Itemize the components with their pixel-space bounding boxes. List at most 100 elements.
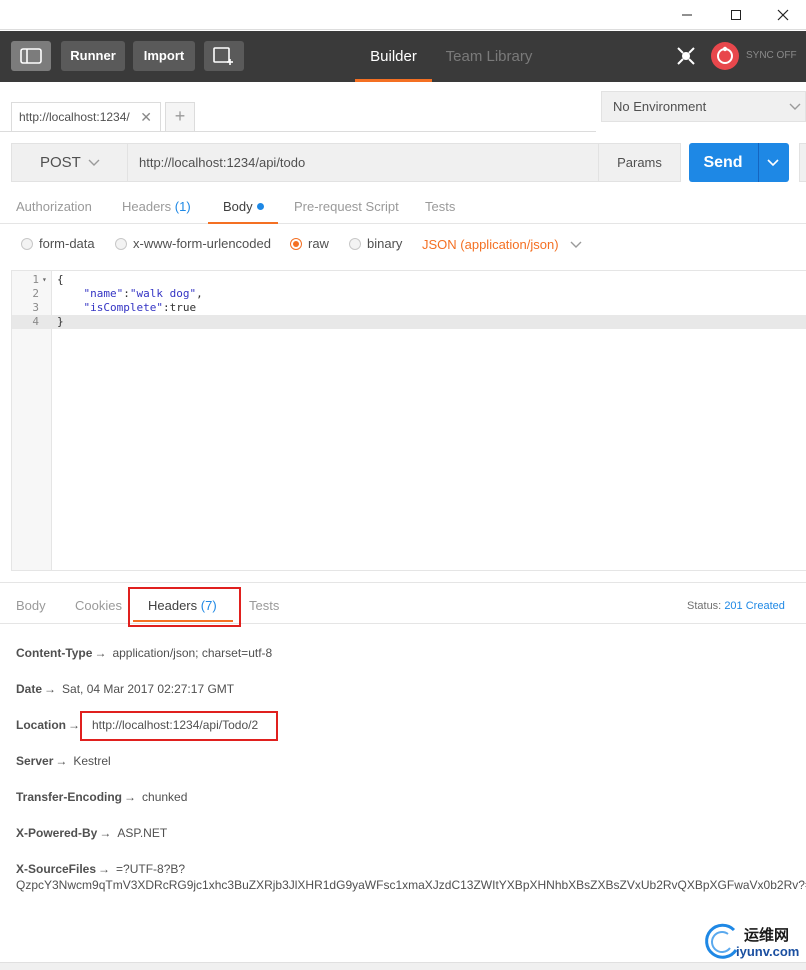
tab-headers[interactable]: Headers (1) xyxy=(122,190,191,224)
response-divider xyxy=(0,582,806,583)
radio-form-data[interactable]: form-data xyxy=(21,230,95,258)
header-key: Transfer-Encoding xyxy=(16,790,123,804)
header-value: Kestrel xyxy=(73,754,111,768)
request-subtabs: Authorization Headers (1) Body Pre-reque… xyxy=(0,190,806,224)
tab-tests[interactable]: Tests xyxy=(425,190,455,224)
json-key: "isComplete" xyxy=(83,301,163,314)
response-tabs: Body Cookies Headers (7) Tests Status: 2… xyxy=(0,588,806,624)
maximize-button[interactable] xyxy=(713,0,759,30)
maximize-icon xyxy=(731,10,741,20)
header-value: chunked xyxy=(142,790,188,804)
arrow-icon: → xyxy=(55,754,68,768)
code-text: } xyxy=(57,315,64,328)
line-number: 1 xyxy=(32,273,39,286)
satellite-icon xyxy=(677,47,695,65)
content-type-select[interactable]: JSON (application/json) xyxy=(422,230,582,258)
response-tab-body[interactable]: Body xyxy=(16,588,46,624)
content-type-value: JSON (application/json) xyxy=(422,237,559,252)
save-button-edge[interactable] xyxy=(799,143,806,182)
interceptor-button[interactable] xyxy=(674,44,698,68)
request-tab-label: http://localhost:1234/ xyxy=(19,110,130,124)
arrow-icon: → xyxy=(68,718,80,732)
status-value: 201 Created xyxy=(724,600,785,612)
arrow-icon: → xyxy=(99,826,112,840)
tab-headers-label: Headers xyxy=(122,199,172,214)
status-label: Status: xyxy=(687,600,722,612)
new-window-icon xyxy=(213,47,233,65)
active-tab-indicator xyxy=(208,222,278,224)
add-tab-button[interactable]: + xyxy=(165,102,195,132)
radio-raw-label: raw xyxy=(308,236,329,251)
header-key: X-SourceFiles xyxy=(16,862,97,876)
tab-headers-count: (1) xyxy=(174,199,191,214)
new-tab-button[interactable] xyxy=(204,41,244,71)
line-number: 4 xyxy=(32,315,39,328)
json-value: true xyxy=(169,301,197,314)
horizontal-scrollbar[interactable] xyxy=(0,962,806,970)
header-value: ASP.NET xyxy=(117,826,168,840)
line-number: 3 xyxy=(32,301,39,314)
close-window-button[interactable] xyxy=(760,0,806,30)
body-type-options: form-data x-www-form-urlencoded raw bina… xyxy=(0,230,806,258)
send-button[interactable]: Send xyxy=(689,143,789,182)
body-editor[interactable]: 1 ▾ { 2 "name":"walk dog", 3 "isComplete… xyxy=(11,270,806,571)
import-button[interactable]: Import xyxy=(133,41,195,71)
header-key: X-Powered-By xyxy=(16,826,98,840)
radio-circle xyxy=(21,238,33,250)
radio-urlencoded[interactable]: x-www-form-urlencoded xyxy=(115,230,271,258)
params-button[interactable]: Params xyxy=(598,144,680,181)
sync-status-button[interactable] xyxy=(710,41,740,71)
radio-binary[interactable]: binary xyxy=(349,230,402,258)
send-label: Send xyxy=(703,154,743,171)
radio-raw[interactable]: raw xyxy=(290,230,329,258)
json-key: "name" xyxy=(83,287,124,300)
header-key: Server xyxy=(16,754,54,768)
method-select[interactable]: POST xyxy=(12,144,128,181)
radio-form-data-label: form-data xyxy=(39,236,95,251)
body-modified-dot xyxy=(256,203,264,210)
radio-binary-label: binary xyxy=(367,236,403,251)
sidebar-icon xyxy=(20,48,42,64)
active-tab-indicator xyxy=(355,79,432,82)
tab-pre-request-script[interactable]: Pre-request Script xyxy=(294,190,399,224)
close-tab-icon[interactable]: ✕ xyxy=(140,103,152,131)
minimize-icon xyxy=(682,14,692,16)
tab-builder[interactable]: Builder xyxy=(355,31,432,82)
tab-authorization[interactable]: Authorization xyxy=(16,190,92,224)
code-text: "name":"walk dog", xyxy=(83,287,203,300)
url-input[interactable]: http://localhost:1234/api/todo xyxy=(139,144,305,181)
response-tab-tests[interactable]: Tests xyxy=(249,588,279,624)
highlight-box-headers-tab xyxy=(128,587,241,627)
sidebar-toggle-button[interactable] xyxy=(11,41,51,71)
tab-body[interactable]: Body xyxy=(208,190,278,224)
header-key: Content-Type xyxy=(16,646,93,660)
header-row: X-SourceFiles → =?UTF-8?B? xyxy=(16,861,185,877)
arrow-icon: → xyxy=(44,682,57,696)
send-options-chevron-icon[interactable] xyxy=(767,159,779,167)
header-value-continued: QzpcY3Nwcm9qTmV3XDRcRG9jc1xhc3BuZXRjb3Jl… xyxy=(16,878,806,892)
header-value: =?UTF-8?B? xyxy=(116,862,186,876)
response-tab-cookies[interactable]: Cookies xyxy=(75,588,122,624)
runner-button[interactable]: Runner xyxy=(61,41,125,71)
tab-team-library[interactable]: Team Library xyxy=(440,31,538,82)
watermark-logo-icon xyxy=(705,923,738,959)
method-value: POST xyxy=(40,154,81,171)
minimize-button[interactable] xyxy=(664,0,710,30)
json-punct: , xyxy=(196,287,203,300)
site-watermark: 运维网 iyunv.com xyxy=(700,920,806,962)
environment-select[interactable]: No Environment xyxy=(601,91,806,122)
builder-label: Builder xyxy=(370,48,417,65)
highlight-box-location xyxy=(80,711,278,741)
radio-circle xyxy=(115,238,127,250)
line-number: 2 xyxy=(32,287,39,300)
request-tab[interactable]: http://localhost:1234/ ✕ xyxy=(11,102,161,132)
fold-arrow-icon[interactable]: ▾ xyxy=(42,273,47,287)
header-value: Sat, 04 Mar 2017 02:27:17 GMT xyxy=(62,682,235,696)
tabstrip-divider xyxy=(0,131,596,132)
header-row: X-Powered-By → ASP.NET xyxy=(16,825,167,841)
header-key: Date xyxy=(16,682,43,696)
header-row: Transfer-Encoding → chunked xyxy=(16,789,187,805)
chevron-down-icon xyxy=(789,103,801,110)
watermark-text-domain: iyunv.com xyxy=(736,944,800,959)
editor-line: 1 ▾ { xyxy=(12,273,806,287)
